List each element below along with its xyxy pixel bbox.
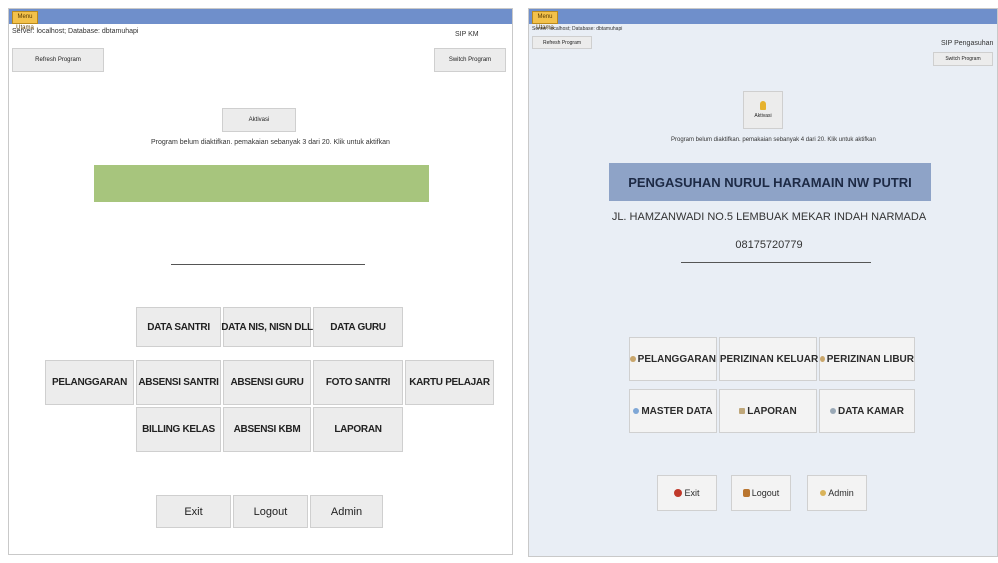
divider-line [171, 264, 365, 265]
foto-santri-button[interactable]: FOTO SANTRI [313, 360, 403, 405]
bulb-icon [760, 101, 766, 110]
right-activate-label: Aktivasi [754, 113, 772, 119]
left-titlebar: Menu Utama [9, 9, 512, 31]
right-pelanggaran-label: PELANGGARAN [637, 353, 716, 365]
data-nis-button[interactable]: DATA NIS, NISN DLL [221, 307, 313, 347]
perizinan-libur-button[interactable]: PERIZINAN LIBUR [819, 337, 915, 381]
refresh-program-button[interactable]: Refresh Program [12, 48, 104, 72]
left-app-window: Menu Utama Server: localhost; Database: … [8, 8, 513, 555]
right-pelanggaran-button[interactable]: PELANGGARAN [629, 337, 717, 381]
institution-address: JL. HAMZANWADI NO.5 LEMBUAK MEKAR INDAH … [611, 211, 927, 223]
institution-phone: 08175720779 [735, 239, 803, 251]
data-santri-button[interactable]: DATA SANTRI [136, 307, 221, 347]
data-guru-button[interactable]: DATA GURU [313, 307, 403, 347]
right-laporan-button[interactable]: LAPORAN [719, 389, 817, 433]
pelanggaran-button[interactable]: PELANGGARAN [45, 360, 134, 405]
absensi-kbm-button[interactable]: ABSENSI KBM [223, 407, 311, 452]
activate-button[interactable]: Aktivasi [222, 108, 296, 132]
pelanggaran-icon [630, 356, 636, 362]
right-refresh-program-button[interactable]: Refresh Program [532, 36, 592, 49]
left-version-label: SIP KM [455, 31, 479, 38]
right-app-badge: Menu Utama [532, 11, 558, 31]
right-switch-program-button[interactable]: Switch Program [933, 52, 993, 66]
exit-icon [674, 489, 683, 497]
perizinan-libur-label: PERIZINAN LIBUR [826, 353, 914, 365]
right-app-window: Menu Utama Server: localhost; Database: … [528, 8, 998, 557]
master-data-label: MASTER DATA [641, 405, 713, 417]
left-app-badge: Menu Utama [12, 11, 38, 31]
data-kamar-label: DATA KAMAR [838, 405, 904, 417]
right-logout-button[interactable]: Logout [731, 475, 791, 511]
switch-program-button[interactable]: Switch Program [434, 48, 506, 72]
right-exit-label: Exit [684, 488, 700, 498]
logout-button[interactable]: Logout [233, 495, 308, 528]
absensi-guru-button[interactable]: ABSENSI GURU [223, 360, 311, 405]
right-admin-button[interactable]: Admin [807, 475, 867, 511]
master-data-button[interactable]: MASTER DATA [629, 389, 717, 433]
status-strip [94, 165, 429, 202]
left-server-info: Server: localhost; Database: dbtamuhapi [12, 28, 139, 35]
kartu-pelajar-button[interactable]: KARTU PELAJAR [405, 360, 494, 405]
right-titlebar: Menu Utama [529, 9, 997, 31]
right-version-label: SIP Pengasuhan [941, 40, 994, 47]
right-activate-button[interactable]: Aktivasi [743, 91, 783, 129]
institution-banner: PENGASUHAN NURUL HARAMAIN NW PUTRI [609, 163, 931, 201]
activation-notice[interactable]: Program belum diaktifkan. pemakaian seba… [151, 139, 390, 146]
perizinan-keluar-button[interactable]: PERIZINAN KELUAR [719, 337, 819, 381]
perizinan-libur-icon [820, 356, 825, 362]
master-data-icon [633, 408, 640, 414]
exit-button[interactable]: Exit [156, 495, 231, 528]
absensi-santri-button[interactable]: ABSENSI SANTRI [136, 360, 221, 405]
right-laporan-label: LAPORAN [747, 405, 797, 417]
right-activation-notice[interactable]: Program belum diaktifkan. pemakaian seba… [671, 137, 876, 143]
logout-icon [742, 489, 750, 497]
right-server-info: Server: localhost; Database: dbtamuhapi [532, 26, 623, 32]
right-logout-label: Logout [751, 488, 780, 498]
admin-icon [820, 490, 827, 496]
perizinan-keluar-label: PERIZINAN KELUAR [719, 353, 819, 365]
right-admin-label: Admin [828, 488, 854, 498]
admin-button[interactable]: Admin [310, 495, 383, 528]
data-kamar-button[interactable]: DATA KAMAR [819, 389, 915, 433]
right-exit-button[interactable]: Exit [657, 475, 717, 511]
laporan-icon [739, 408, 746, 414]
right-divider-line [681, 262, 871, 263]
billing-kelas-button[interactable]: BILLING KELAS [136, 407, 221, 452]
laporan-button[interactable]: LAPORAN [313, 407, 403, 452]
data-kamar-icon [830, 408, 837, 414]
